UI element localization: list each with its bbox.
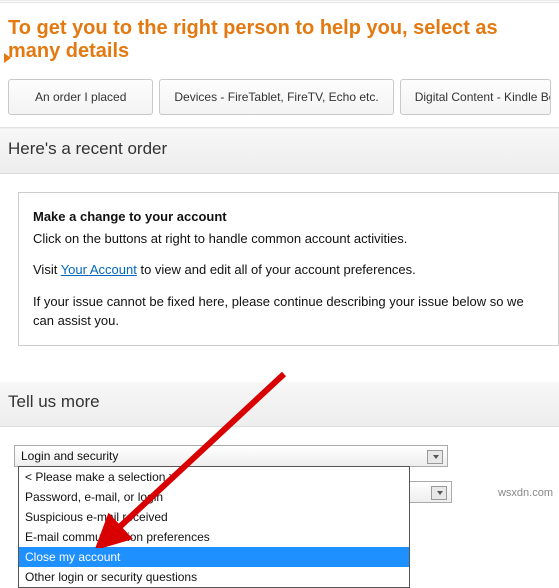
- tell-us-more-header: Tell us more: [0, 382, 559, 427]
- subtopic-dropdown: < Please make a selection > Password, e-…: [18, 466, 410, 588]
- dropdown-option-close-account[interactable]: Close my account: [19, 547, 409, 567]
- box-line3: If your issue cannot be fixed here, plea…: [33, 292, 544, 331]
- box-line1: Click on the buttons at right to handle …: [33, 229, 544, 249]
- tab-order-placed[interactable]: An order I placed: [8, 79, 153, 115]
- dropdown-option-placeholder[interactable]: < Please make a selection >: [19, 467, 409, 487]
- your-account-link[interactable]: Your Account: [61, 262, 137, 277]
- account-info-box: Make a change to your account Click on t…: [18, 192, 559, 346]
- dropdown-option-password[interactable]: Password, e-mail, or login: [19, 487, 409, 507]
- recent-order-header: Here's a recent order: [0, 129, 559, 174]
- tab-devices[interactable]: Devices - FireTablet, FireTV, Echo etc.: [159, 79, 393, 115]
- category-tabs: An order I placed Devices - FireTablet, …: [0, 79, 559, 115]
- dropdown-option-other[interactable]: Other login or security questions: [19, 567, 409, 587]
- box-line2: Visit Your Account to view and edit all …: [33, 260, 544, 280]
- dropdown-option-email-prefs[interactable]: E-mail communication preferences: [19, 527, 409, 547]
- watermark: wsxdn.com: [498, 487, 553, 499]
- triangle-right-icon: [4, 53, 11, 63]
- page-heading: To get you to the right person to help y…: [0, 3, 559, 79]
- box-title: Make a change to your account: [33, 207, 544, 227]
- tab-digital-content[interactable]: Digital Content - Kindle Books, Videos, …: [400, 79, 551, 115]
- dropdown-option-suspicious-email[interactable]: Suspicious e-mail received: [19, 507, 409, 527]
- topic-select[interactable]: Login and security: [14, 445, 448, 467]
- topic-select-value: Login and security: [21, 449, 118, 463]
